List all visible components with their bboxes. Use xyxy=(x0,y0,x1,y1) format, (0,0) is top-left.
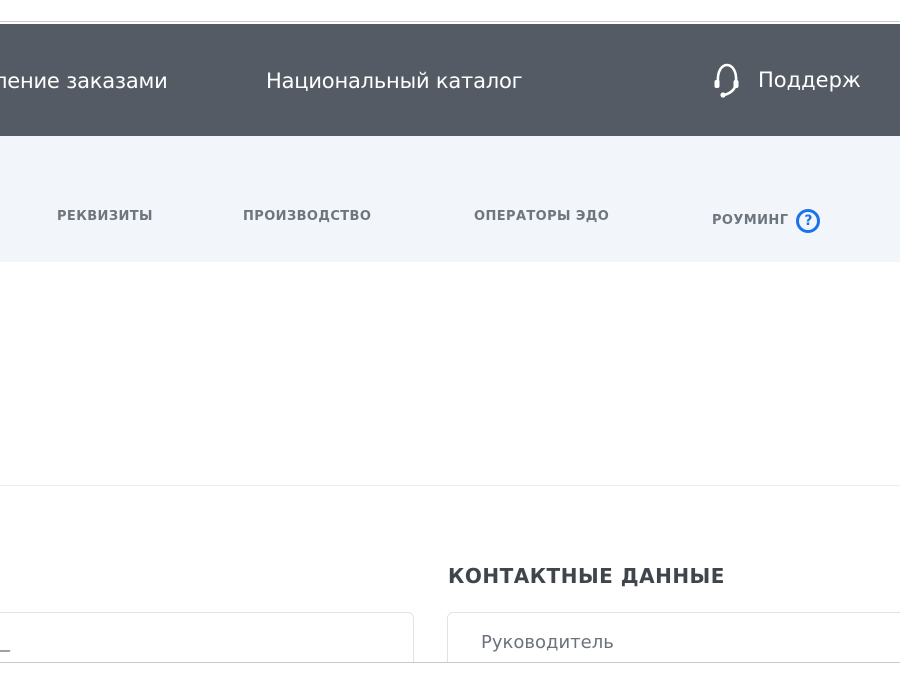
window-top-border xyxy=(0,21,900,22)
window-top-edge xyxy=(0,0,900,22)
top-navigation-bar: ление заказами Национальный каталог Подд… xyxy=(0,24,900,136)
support-link[interactable]: Поддерж xyxy=(712,62,861,98)
nav-order-management[interactable]: ление заказами xyxy=(0,68,168,94)
tab-roaming-label: РОУМИНГ xyxy=(712,213,789,228)
cropped-text-fragment xyxy=(0,650,11,658)
headset-icon xyxy=(714,63,739,98)
nav-national-catalog[interactable]: Национальный каталог xyxy=(266,68,523,94)
screenshot-bottom-margin xyxy=(0,663,900,700)
tab-roaming[interactable]: РОУМИНГ ? xyxy=(712,209,821,233)
tab-requisites[interactable]: РЕКВИЗИТЫ xyxy=(57,209,153,225)
company-profile-tabs: РЕКВИЗИТЫ ПРОИЗВОДСТВО ОПЕРАТОРЫ ЭДО РОУ… xyxy=(0,136,900,262)
support-label: Поддерж xyxy=(758,68,861,92)
head-field-label: Руководитель xyxy=(481,632,614,653)
contacts-section-title: КОНТАКТНЫЕ ДАННЫЕ xyxy=(448,563,725,588)
question-circle-icon[interactable]: ? xyxy=(796,209,821,233)
tab-production[interactable]: ПРОИЗВОДСТВО xyxy=(243,209,371,225)
tab-edo-operators[interactable]: ОПЕРАТОРЫ ЭДО xyxy=(474,209,609,225)
content-divider xyxy=(0,485,900,486)
